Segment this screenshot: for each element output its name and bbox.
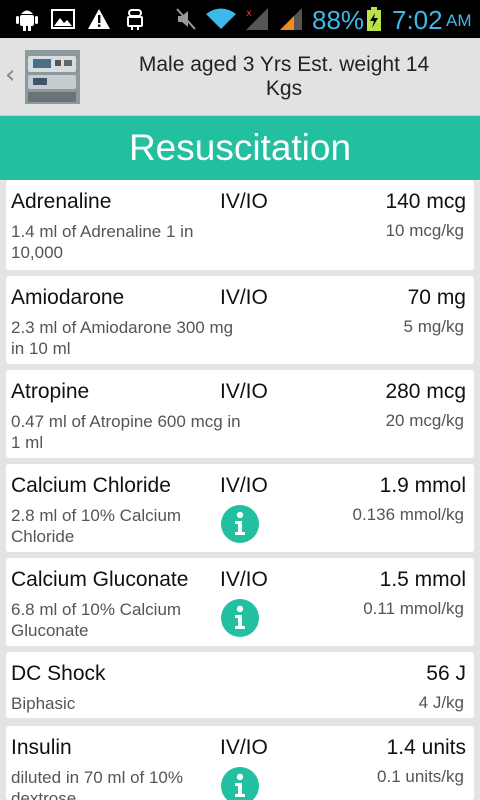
battery-charging-icon bbox=[366, 7, 382, 31]
drug-preparation: 6.8 ml of 10% Calcium Gluconate bbox=[11, 600, 182, 640]
usb-icon bbox=[122, 7, 148, 31]
drug-route: IV/IO bbox=[220, 736, 268, 759]
drug-route: IV/IO bbox=[220, 380, 268, 403]
drug-name: DC Shock bbox=[11, 662, 106, 685]
drug-name: Calcium Gluconate bbox=[11, 568, 189, 591]
drug-name: Calcium Chloride bbox=[11, 474, 171, 497]
drug-card[interactable]: Insulin IV/IO 1.4 units diluted in 70 ml… bbox=[6, 726, 474, 800]
drug-card[interactable]: Atropine IV/IO 280 mcg 0.47 ml of Atropi… bbox=[6, 370, 474, 458]
drug-name: Amiodarone bbox=[11, 286, 125, 309]
drug-route: IV/IO bbox=[220, 190, 268, 213]
info-icon[interactable] bbox=[220, 504, 260, 544]
drug-route: IV/IO bbox=[220, 474, 268, 497]
info-icon[interactable] bbox=[220, 598, 260, 638]
drug-dose: 140 mcg bbox=[385, 190, 466, 213]
drug-route: IV/IO bbox=[220, 568, 268, 591]
drug-card[interactable]: Adrenaline IV/IO 140 mcg 1.4 ml of Adren… bbox=[6, 180, 474, 270]
section-title: Resuscitation bbox=[128, 127, 352, 168]
drug-preparation: 2.3 ml of Amiodarone 300 mg in 10 ml bbox=[11, 318, 234, 358]
drug-dose: 1.9 mmol bbox=[379, 474, 466, 497]
drug-dose-per-kg: 0.1 units/kg bbox=[377, 767, 464, 786]
equipment-thumbnail[interactable] bbox=[25, 50, 80, 104]
drug-preparation: 1.4 ml of Adrenaline 1 in 10,000 bbox=[11, 222, 194, 262]
warning-icon bbox=[86, 7, 112, 31]
signal-icon bbox=[278, 7, 304, 31]
drug-dose-per-kg: 0.136 mmol/kg bbox=[352, 505, 465, 524]
drug-card[interactable]: DC Shock 56 J Biphasic 4 J/kg bbox=[6, 652, 474, 718]
chevron-left-icon[interactable]: ‹ bbox=[5, 60, 15, 90]
signal-none-icon: x bbox=[244, 7, 270, 31]
clock-time: 7:02 bbox=[392, 5, 443, 35]
drug-card[interactable]: Amiodarone IV/IO 70 mg 2.3 ml of Amiodar… bbox=[6, 276, 474, 364]
clock-ampm: AM bbox=[446, 11, 472, 30]
drug-dose-per-kg: 10 mcg/kg bbox=[385, 221, 464, 240]
drug-dose: 1.5 mmol bbox=[379, 568, 466, 591]
drug-dose-per-kg: 5 mg/kg bbox=[403, 317, 464, 336]
drug-dose: 280 mcg bbox=[385, 380, 466, 403]
drug-route: IV/IO bbox=[220, 286, 268, 309]
section-banner: Resuscitation bbox=[0, 116, 480, 180]
drug-card[interactable]: Calcium Chloride IV/IO 1.9 mmol 2.8 ml o… bbox=[6, 464, 474, 552]
drug-name: Adrenaline bbox=[11, 190, 112, 213]
app-header: ‹ Male aged 3 Yrs Est. weight 14 Kgs bbox=[0, 38, 480, 116]
gallery-icon bbox=[50, 7, 76, 31]
drug-dose-per-kg: 20 mcg/kg bbox=[385, 411, 464, 430]
drug-dose: 1.4 units bbox=[386, 736, 466, 759]
drug-dose: 56 J bbox=[426, 662, 466, 685]
drug-name: Atropine bbox=[11, 380, 90, 403]
drug-name: Insulin bbox=[11, 736, 72, 759]
mute-icon bbox=[174, 7, 198, 31]
drug-card[interactable]: Calcium Gluconate IV/IO 1.5 mmol 6.8 ml … bbox=[6, 558, 474, 646]
battery-percent: 88% bbox=[312, 5, 365, 35]
info-icon[interactable] bbox=[220, 766, 260, 800]
svg-text:x: x bbox=[246, 8, 252, 19]
android-debug-icon bbox=[14, 7, 40, 31]
patient-summary: Male aged 3 Yrs Est. weight 14 Kgs bbox=[138, 53, 430, 100]
drug-dose-per-kg: 0.11 mmol/kg bbox=[363, 599, 464, 618]
drug-preparation: Biphasic bbox=[11, 694, 76, 713]
drug-preparation: 2.8 ml of 10% Calcium Chloride bbox=[11, 506, 182, 546]
drug-dose-per-kg: 4 J/kg bbox=[418, 693, 464, 712]
drug-dose: 70 mg bbox=[407, 286, 466, 309]
drug-preparation: diluted in 70 ml of 10% dextrose bbox=[11, 768, 183, 800]
status-bar: x 88% 7:02 AM bbox=[0, 0, 480, 38]
wifi-icon bbox=[204, 7, 238, 31]
drug-preparation: 0.47 ml of Atropine 600 mcg in 1 ml bbox=[11, 412, 241, 452]
